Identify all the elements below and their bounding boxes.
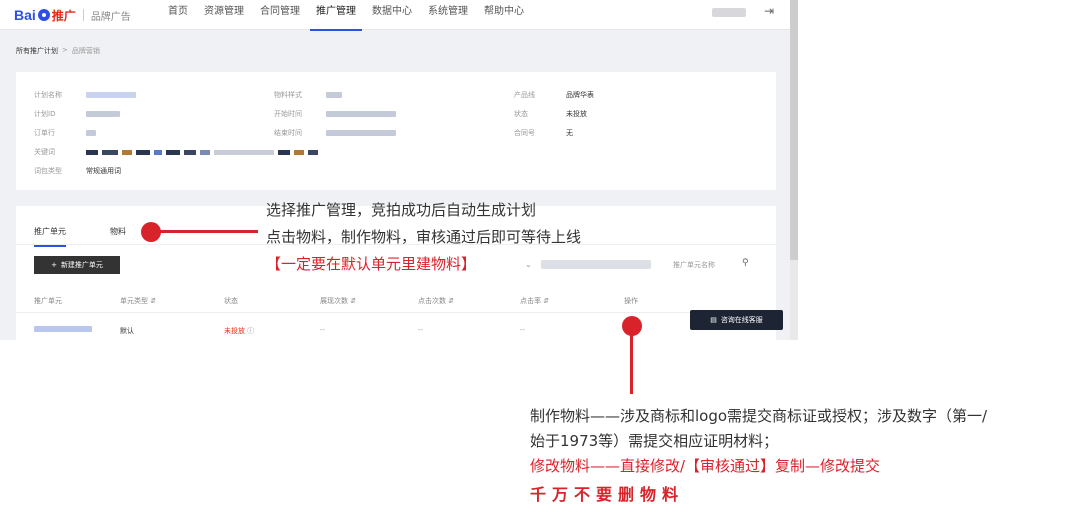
field-label: 关键词 [34, 148, 55, 156]
col-unit-type[interactable]: 单元类型 ⇵ [120, 296, 156, 306]
online-service-label: 咨询在线客服 [720, 316, 763, 324]
chat-icon: ▤ [710, 316, 717, 324]
field-contract-no: 合同号 无 [514, 128, 573, 138]
nav-system[interactable]: 系统管理 [420, 0, 476, 30]
breadcrumb-current: 品牌营销 [71, 47, 100, 55]
info-icon[interactable]: ⓘ [247, 327, 254, 335]
nav-help[interactable]: 帮助中心 [476, 0, 532, 30]
logo-bai-text: Bai [14, 7, 36, 23]
annotation-step-1: 选择推广管理，竞拍成功后自动生成计划 [266, 201, 537, 219]
scrollbar[interactable] [790, 0, 798, 260]
cell-ctr: -- [520, 326, 526, 334]
keywords-blurred [86, 149, 318, 155]
breadcrumb-separator: > [62, 46, 68, 54]
annotation-line-materials [158, 230, 258, 233]
unit-name-link[interactable] [34, 326, 92, 334]
breadcrumb-root[interactable]: 所有推广计划 [16, 46, 58, 56]
field-label: 订单行 [34, 129, 55, 137]
col-clicks[interactable]: 点击次数 ⇵ [418, 296, 454, 306]
top-navbar: Bai 推广 品牌广告 首页 资源管理 合同管理 推广管理 数据中心 系统管理 … [0, 0, 790, 31]
cell-impressions: -- [320, 326, 326, 334]
field-end-time: 结束时间 [274, 128, 396, 138]
material-style-blurred [326, 92, 342, 98]
annotation-step-2: 点击物料，制作物料，审核通过后即可等待上线 [266, 228, 582, 246]
user-name-blurred[interactable] [712, 8, 746, 17]
col-impressions[interactable]: 展现次数 ⇵ [320, 296, 356, 306]
col-unit: 推广单元 [34, 297, 62, 305]
paw-icon [37, 9, 50, 21]
field-label: 计划名称 [34, 91, 62, 99]
field-label: 产品线 [514, 91, 535, 99]
table-header-divider [16, 312, 776, 313]
annotation-do-not-delete: 千万不要删物料 [530, 485, 685, 504]
field-product-line: 产品线 品牌华表 [514, 90, 594, 100]
nav-home[interactable]: 首页 [160, 0, 196, 30]
plan-name-blurred [86, 92, 136, 98]
field-start-time: 开始时间 [274, 109, 396, 119]
field-label: 词包类型 [34, 167, 62, 175]
field-value: 常规通用词 [86, 167, 121, 175]
field-order-line: 订单行 [34, 128, 96, 138]
cell-clicks: -- [418, 326, 424, 334]
logo-tuiguang-text: 推广 [51, 8, 76, 23]
field-label: 开始时间 [274, 110, 302, 118]
field-label: 状态 [514, 110, 528, 118]
field-value: 品牌华表 [566, 91, 594, 99]
field-keywords: 关键词 [34, 147, 318, 157]
field-plan-name: 计划名称 [34, 90, 136, 100]
field-value: 无 [566, 129, 573, 137]
order-line-blurred [86, 130, 96, 136]
search-icon[interactable]: ⚲ [742, 258, 749, 268]
nav-resources[interactable]: 资源管理 [196, 0, 252, 30]
annotation-default-unit-note: 【一定要在默认单元里建物料】 [266, 255, 477, 273]
annotation-modify-material: 修改物料——直接修改/【审核通过】复制—修改提交 [530, 457, 881, 475]
page: Bai 推广 品牌广告 首页 资源管理 合同管理 推广管理 数据中心 系统管理 … [0, 0, 1074, 512]
nav-contracts[interactable]: 合同管理 [252, 0, 308, 30]
cell-unit-type: 默认 [120, 327, 134, 335]
field-material-style: 物料样式 [274, 90, 342, 100]
screenshot-region: Bai 推广 品牌广告 首页 资源管理 合同管理 推广管理 数据中心 系统管理 … [0, 0, 790, 340]
field-label: 合同号 [514, 129, 535, 137]
new-unit-label: 新建推广单元 [60, 261, 103, 269]
field-word-package-type: 词包类型 常规通用词 [34, 166, 121, 176]
col-status: 状态 [224, 297, 238, 305]
new-unit-button[interactable]: + 新建推广单元 [34, 256, 120, 274]
col-ctr[interactable]: 点击率 ⇵ [520, 296, 549, 306]
start-time-blurred [326, 111, 396, 117]
baidu-logo[interactable]: Bai 推广 品牌广告 [14, 5, 131, 25]
field-label: 物料样式 [274, 91, 302, 99]
chevron-down-icon[interactable]: ⌄ [525, 260, 532, 269]
logo-divider [82, 9, 84, 21]
breadcrumb: 所有推广计划 > 品牌营销 [16, 46, 100, 56]
annotation-make-material-2: 始于1973等）需提交相应证明材料； [530, 432, 779, 450]
logout-icon[interactable]: ⇥ [764, 4, 774, 18]
unit-search-input[interactable]: 推广单元名称 [673, 260, 715, 270]
online-service-button[interactable]: ▤ 咨询在线客服 [690, 310, 783, 330]
main-nav: 首页 资源管理 合同管理 推广管理 数据中心 系统管理 帮助中心 [160, 0, 532, 31]
end-time-blurred [326, 130, 396, 136]
plan-id-blurred [86, 111, 120, 117]
col-actions: 操作 [624, 297, 638, 305]
plus-icon: + [51, 261, 57, 269]
cell-status: 未投放 ⓘ [224, 326, 254, 336]
field-plan-id: 计划ID [34, 109, 120, 119]
filter-select-blurred[interactable] [541, 260, 651, 269]
status-text: 未投放 [224, 327, 245, 335]
field-value: 未投放 [566, 110, 587, 118]
annotation-make-material-1: 制作物料——涉及商标和logo需提交商标证或授权；涉及数字（第一/ [530, 407, 988, 425]
field-status: 状态 未投放 [514, 109, 587, 119]
nav-promotion[interactable]: 推广管理 [308, 0, 364, 31]
nav-data-center[interactable]: 数据中心 [364, 0, 420, 30]
annotation-line-actions [630, 332, 633, 394]
field-label: 结束时间 [274, 129, 302, 137]
field-label: 计划ID [34, 110, 56, 118]
unit-name-blurred [34, 326, 92, 332]
plan-info-card: 计划名称 计划ID 订单行 关键词 词包类型 常规通用词 物料样式 开始时间 结… [16, 72, 776, 190]
logo-brand-text: 品牌广告 [90, 11, 131, 23]
